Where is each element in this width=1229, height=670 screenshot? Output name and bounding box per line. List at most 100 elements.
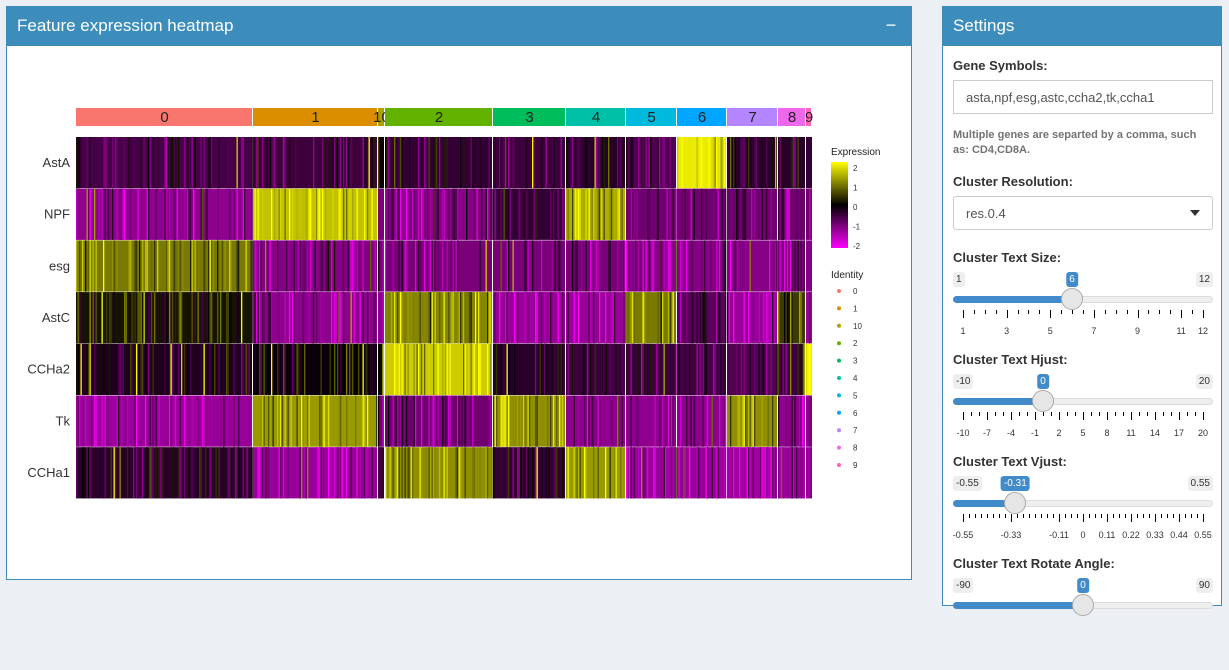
heatmap-cell-stripe xyxy=(623,292,625,344)
heatmap-cell-stripe xyxy=(550,188,552,240)
heatmap-cell-stripe xyxy=(385,137,387,189)
heatmap-cell-stripe xyxy=(727,447,729,499)
identity-legend-label: 8 xyxy=(853,444,858,453)
heatmap-cell-stripe xyxy=(77,395,79,447)
heatmap-cell-stripe xyxy=(448,188,450,240)
slider-handle[interactable] xyxy=(1072,594,1094,616)
heatmap-cell-stripe xyxy=(767,447,769,499)
heatmap-cell-stripe xyxy=(797,240,799,292)
heatmap-cell-stripe xyxy=(245,343,247,395)
heatmap-cell-stripe xyxy=(487,343,489,395)
heatmap-cell-stripe xyxy=(487,292,489,344)
heatmap-cell-stripe xyxy=(704,292,706,344)
heatmap-cell-stripe xyxy=(242,137,244,189)
slider[interactable]: -10 20 0 -10 -7 -4 -1 2 5 8 11 14 17 20 xyxy=(953,374,1213,454)
heatmap-cell-stripe xyxy=(298,292,300,344)
heatmap-cell-stripe xyxy=(638,343,640,395)
slider-label: Cluster Text Hjust: xyxy=(953,352,1068,367)
collapse-button[interactable]: − xyxy=(881,16,901,36)
slider-tick xyxy=(1035,514,1036,518)
heatmap-cell-stripe xyxy=(89,343,91,395)
heatmap-cell-stripe xyxy=(457,395,459,447)
heatmap-cell-stripe xyxy=(675,240,677,292)
slider-tick xyxy=(1041,514,1042,518)
heatmap-cell-stripe xyxy=(624,240,626,292)
heatmap-cell xyxy=(806,240,812,292)
heatmap-cell-stripe xyxy=(79,395,81,447)
slider-tick xyxy=(1017,310,1019,314)
heatmap-cell-stripe xyxy=(298,395,300,447)
heatmap-cell-stripe xyxy=(448,395,450,447)
slider-tick-label: 0.22 xyxy=(1122,530,1140,540)
heatmap-cell-stripe xyxy=(410,447,412,499)
heatmap-cell-stripe xyxy=(500,188,502,240)
heatmap-cell-stripe xyxy=(79,137,81,189)
heatmap-cell-stripe xyxy=(505,292,507,344)
heatmap-cell-stripe xyxy=(696,395,698,447)
cluster-resolution-select[interactable]: res.0.4 xyxy=(953,196,1213,230)
heatmap-cell-stripe xyxy=(163,447,165,499)
heatmap-cell-stripe xyxy=(434,292,436,344)
heatmap-cell-stripe xyxy=(567,188,569,240)
gene-symbols-input[interactable] xyxy=(953,80,1213,114)
heatmap-cell-stripe xyxy=(719,292,721,344)
heatmap-cell-stripe xyxy=(328,240,330,292)
heatmap-cell-stripe xyxy=(278,343,280,395)
slider-tick-label: 1 xyxy=(960,326,966,336)
heatmap-cell-stripe xyxy=(430,447,432,499)
heatmap-cell-stripe xyxy=(199,447,201,499)
heatmap-cell-stripe xyxy=(660,292,662,344)
heatmap-cell-stripe xyxy=(265,343,267,395)
heatmap-cell-stripe xyxy=(782,447,784,499)
slider-handle[interactable] xyxy=(1004,492,1027,514)
heatmap-cell-stripe xyxy=(560,240,562,292)
heatmap-cell-stripe xyxy=(503,343,505,395)
slider-tick xyxy=(963,514,964,522)
heatmap-cell-stripe xyxy=(419,343,421,395)
heatmap-cell-stripe xyxy=(439,292,441,344)
heatmap-cell-stripe xyxy=(337,447,339,499)
heatmap-cell-stripe xyxy=(307,447,309,499)
slider-handle[interactable] xyxy=(1032,390,1054,412)
heatmap-cell-stripe xyxy=(152,343,154,395)
heatmap-cell-stripe xyxy=(233,188,235,240)
heatmap-cell-stripe xyxy=(696,447,698,499)
heatmap-cell-stripe xyxy=(202,447,204,499)
heatmap-cell-stripe xyxy=(308,188,310,240)
identity-legend-label: 10 xyxy=(853,322,862,331)
heatmap-cell-stripe xyxy=(424,343,426,395)
heatmap-cell-stripe xyxy=(302,240,304,292)
slider-handle[interactable] xyxy=(1061,288,1084,310)
heatmap-cell-stripe xyxy=(714,343,716,395)
heatmap-cell-stripe xyxy=(668,240,670,292)
heatmap-cell-stripe xyxy=(527,292,529,344)
heatmap-cell-stripe xyxy=(281,343,283,395)
heatmap-cell-stripe xyxy=(699,343,701,395)
heatmap-cell-stripe xyxy=(260,395,262,447)
heatmap-cell-stripe xyxy=(209,292,211,344)
heatmap-cell-stripe xyxy=(319,447,321,499)
heatmap-cell-stripe xyxy=(101,292,103,344)
heatmap-cell-stripe xyxy=(705,447,707,499)
heatmap-cell-stripe xyxy=(85,395,87,447)
expression-tick-label: -2 xyxy=(853,242,861,251)
heatmap-cell-stripe xyxy=(596,240,598,292)
heatmap-cell-stripe xyxy=(606,343,608,395)
heatmap-cell-stripe xyxy=(350,188,352,240)
heatmap-cell-stripe xyxy=(636,188,638,240)
heatmap-cell-stripe xyxy=(109,188,111,240)
heatmap-cell-stripe xyxy=(265,447,267,499)
heatmap-cell-stripe xyxy=(368,292,370,344)
heatmap-cell-stripe xyxy=(442,343,444,395)
identity-legend-dot xyxy=(837,463,841,467)
slider[interactable]: -0.55 0.55 -0.31 -0.55 -0.33 -0.11 0 0.11 0.22 0.… xyxy=(953,476,1213,556)
slider[interactable]: 1 12 6 1 3 5 7 9 11 12 xyxy=(953,272,1213,352)
heatmap-cell-stripe xyxy=(544,343,546,395)
heatmap-cell-stripe xyxy=(421,188,423,240)
heatmap-cell-stripe xyxy=(118,395,120,447)
heatmap-cell-stripe xyxy=(749,240,751,292)
heatmap-cell-stripe xyxy=(466,395,468,447)
heatmap-cell-stripe xyxy=(469,292,471,344)
heatmap-cell-stripe xyxy=(593,292,595,344)
slider[interactable]: -90 90 0 xyxy=(953,578,1213,658)
